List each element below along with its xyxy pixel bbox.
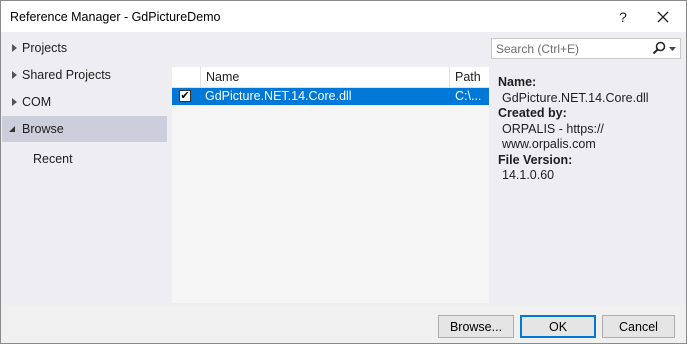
nav-item-com[interactable]: COM <box>2 89 167 115</box>
details-created-value: www.orpalis.com <box>502 137 596 151</box>
column-header-path[interactable]: Path <box>450 67 489 87</box>
close-icon <box>657 11 669 23</box>
help-button[interactable]: ? <box>609 6 637 28</box>
expand-arrow-icon[interactable] <box>2 71 22 79</box>
table-row[interactable]: ✔ GdPicture.NET.14.Core.dll C:\... <box>172 88 489 105</box>
details-name-value: GdPicture.NET.14.Core.dll <box>502 90 649 105</box>
close-button[interactable] <box>649 6 677 28</box>
details-pane: Name: GdPicture.NET.14.Core.dll Created … <box>498 75 678 184</box>
nav-item-projects[interactable]: Projects <box>2 35 167 61</box>
nav-item-label: Shared Projects <box>22 68 111 82</box>
nav-item-label: COM <box>22 95 52 109</box>
details-created-value: ORPALIS - https:// <box>502 121 604 136</box>
details-version-label: File Version: <box>498 152 573 167</box>
reference-path: C:\... <box>455 89 482 103</box>
reference-checkbox[interactable]: ✔ <box>179 90 191 102</box>
search-input[interactable] <box>496 40 646 57</box>
nav-item-recent[interactable]: Recent <box>2 146 167 172</box>
column-header-name[interactable]: Name <box>201 67 450 87</box>
details-name-label: Name: <box>498 75 537 89</box>
details-created-label: Created by: <box>498 106 567 120</box>
search-options-dropdown-icon[interactable] <box>668 41 677 56</box>
reference-name: GdPicture.NET.14.Core.dll <box>205 89 352 103</box>
search-box[interactable] <box>491 38 681 59</box>
cancel-button[interactable]: Cancel <box>602 315 675 338</box>
nav-item-browse[interactable]: Browse <box>2 116 167 142</box>
column-header-check[interactable] <box>172 67 201 87</box>
nav-item-shared-projects[interactable]: Shared Projects <box>2 62 167 88</box>
nav-item-label: Projects <box>22 41 68 55</box>
browse-button[interactable]: Browse... <box>438 315 514 338</box>
nav-item-label: Browse <box>22 122 64 136</box>
reference-manager-dialog: Reference Manager - GdPictureDemo ? Proj… <box>0 0 687 344</box>
search-icon[interactable] <box>652 41 666 56</box>
reference-list: Name Path ✔ GdPicture.NET.14.Core.dll C:… <box>172 67 489 303</box>
details-version-value: 14.1.0.60 <box>502 168 555 182</box>
window-title: Reference Manager - GdPictureDemo <box>10 10 221 24</box>
expand-arrow-icon[interactable] <box>2 98 22 106</box>
expand-arrow-icon[interactable] <box>2 44 22 52</box>
list-header: Name Path <box>172 67 489 88</box>
title-bar: Reference Manager - GdPictureDemo ? <box>1 1 686 32</box>
collapse-arrow-icon[interactable] <box>2 125 22 133</box>
nav-item-label: Recent <box>33 152 73 166</box>
category-nav: Projects Shared Projects COM Browse Rece… <box>2 34 167 304</box>
ok-button[interactable]: OK <box>520 315 596 338</box>
